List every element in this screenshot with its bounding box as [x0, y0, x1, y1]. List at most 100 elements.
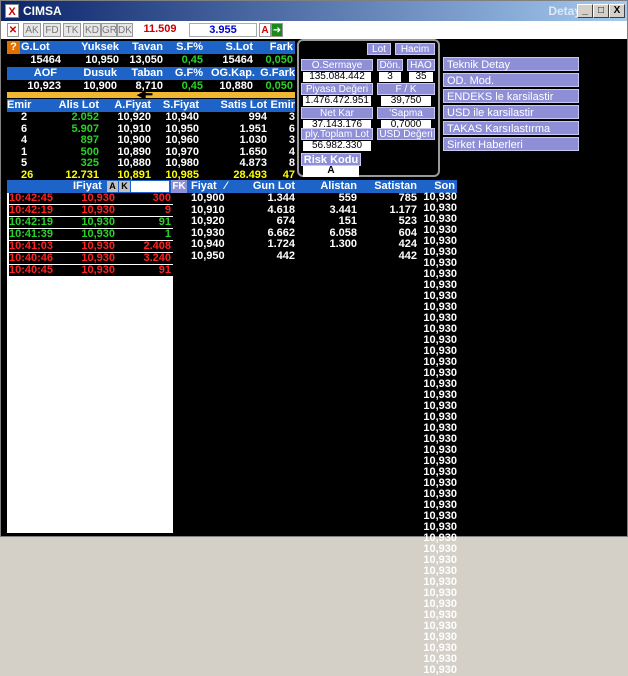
fk-button[interactable]: FK	[171, 180, 187, 193]
depth-total-row[interactable]: 26 12.731 10,891 10,985 28.493 47	[7, 168, 295, 181]
tick-row[interactable]: 10:41:39 10,930 1	[9, 229, 173, 240]
header-emir-buy: Emir	[7, 99, 32, 111]
header-aof: AOF	[33, 67, 57, 79]
depth-cell: 10,900	[117, 134, 151, 146]
tick-time: 10:42:19	[9, 204, 54, 216]
filter-input[interactable]	[131, 181, 169, 192]
tk-button[interactable]: TK	[63, 23, 81, 37]
tick-row[interactable]: 10:40:45 10,930 91	[9, 265, 173, 276]
depth-cell: 10,920	[117, 111, 151, 123]
depth-row[interactable]: 5 325 10,880 10,980 4.873 8	[7, 158, 295, 169]
ak-button[interactable]: AK	[23, 23, 41, 37]
menu-item[interactable]: USD ile karsilastir	[443, 105, 579, 119]
alert-a-button[interactable]: A	[259, 23, 271, 37]
level-cell: 785	[398, 192, 417, 204]
close-button[interactable]: X	[609, 4, 625, 18]
depth-cell: 10,890	[117, 145, 151, 158]
depth-cell: 4	[21, 134, 28, 146]
tick-row[interactable]: 10:42:45 10,930 300	[9, 193, 173, 204]
tick-price: 10,930	[81, 228, 115, 240]
depth-cell: 10,950	[165, 122, 199, 135]
sort-icon[interactable]: ⁄	[225, 180, 227, 193]
menu-item[interactable]: TAKAS Karsılastırma	[443, 121, 579, 135]
tick-time: 10:42:45	[9, 192, 54, 204]
value-slot: 15464	[222, 54, 253, 66]
don-label: Dön.	[377, 59, 403, 71]
menu-item[interactable]: Sirket Haberleri	[443, 137, 579, 151]
depth-cell: 1.030	[239, 134, 267, 146]
level-cell: 3.441	[329, 203, 357, 216]
toplam-lot-value: 56.982.330	[303, 141, 371, 151]
help-icon[interactable]: ?	[7, 41, 20, 54]
depth-cell: 10,910	[117, 122, 151, 135]
son-value: 10,930	[423, 642, 457, 654]
header-gfark: G.Fark	[260, 67, 295, 79]
net-kar-label: Net Kar	[301, 107, 373, 119]
level-cell: 151	[338, 215, 357, 227]
depth-cell: 6	[21, 122, 28, 135]
depth-row[interactable]: 6 5.907 10,910 10,950 1.951 6	[7, 122, 295, 135]
menu-item[interactable]: ENDEKS le karsilastir	[443, 89, 579, 103]
header-yuksek: Yuksek	[81, 41, 119, 53]
tick-row[interactable]: 10:42:19 10,930 91	[9, 217, 173, 228]
maximize-button[interactable]: □	[593, 4, 609, 18]
header-gf: G.F%	[174, 67, 203, 79]
depth-row[interactable]: 4 897 10,900 10,960 1.030 3	[7, 135, 295, 146]
depth-cell: 8	[288, 157, 295, 169]
header-taban: Taban	[131, 67, 163, 79]
lot-button[interactable]: Lot	[367, 43, 391, 55]
tick-lot: 1	[164, 228, 171, 240]
header-fark: Fark	[269, 41, 293, 53]
tick-lot: 91	[158, 264, 171, 276]
summary-header-2: AOF Dusuk Taban G.F% OG.Kap. G.Fark	[7, 67, 295, 80]
depth-cell: 2	[21, 111, 28, 123]
dk-button[interactable]: DK	[117, 23, 133, 37]
level-row[interactable]: 10,930 6.662 6.058 604	[187, 227, 417, 239]
tick-row[interactable]: 10:40:46 10,930 3.240	[9, 253, 173, 264]
level-row[interactable]: 10,900 1.344 559 785	[187, 193, 417, 204]
risk-kodu-value: A	[303, 166, 359, 177]
son-value: 10,930	[423, 609, 457, 621]
depth-cell: 5	[21, 157, 28, 169]
kd-button[interactable]: KD	[83, 23, 101, 37]
level-cell: 559	[338, 192, 357, 204]
value-glot: 15464	[30, 54, 61, 66]
depth-row[interactable]: 1 500 10,890 10,970 1.650 4	[7, 145, 295, 158]
menu-item[interactable]: OD. Mod.	[443, 73, 579, 87]
arrow-right-icon[interactable]: ➜	[271, 23, 283, 37]
tick-lot: 2.408	[143, 240, 171, 252]
a-button[interactable]: A	[107, 181, 118, 192]
depth-cell: 4	[288, 145, 295, 158]
title-bar[interactable]: X CIMSA Detay _ □ X	[1, 1, 627, 21]
depth-cell: 10,891	[117, 168, 151, 181]
level-row[interactable]: 10,950 442 442	[187, 250, 417, 262]
depth-cell: 10,880	[117, 157, 151, 169]
menu-item[interactable]: Teknik Detay	[443, 57, 579, 71]
value-sf: 0,45	[181, 54, 203, 66]
level-row[interactable]: 10,940 1.724 1.300 424	[187, 239, 417, 250]
tick-price: 10,930	[81, 240, 115, 252]
price-blue-value: 3.955	[189, 23, 257, 37]
tick-row[interactable]: 10:41:03 10,930 2.408	[9, 241, 173, 252]
minimize-button[interactable]: _	[577, 4, 593, 18]
usd-degeri-button[interactable]: USD Değeri	[377, 128, 435, 140]
hacim-button[interactable]: Hacim	[395, 43, 435, 55]
header-dusuk: Dusuk	[83, 67, 117, 79]
fd-button[interactable]: FD	[43, 23, 61, 37]
level-row[interactable]: 10,920 674 151 523	[187, 216, 417, 227]
level-row[interactable]: 10,910 4.618 3.441 1.177	[187, 203, 417, 216]
tick-time: 10:40:46	[9, 252, 54, 264]
piyasa-label: Piyasa Değeri	[301, 83, 373, 95]
tick-price: 10,930	[81, 204, 115, 216]
close-icon[interactable]: ✕	[7, 23, 19, 37]
tick-row[interactable]: 10:42:19 10,930 9	[9, 205, 173, 216]
depth-cell: 6	[288, 122, 295, 135]
k-button[interactable]: K	[119, 181, 130, 192]
gr-button[interactable]: GR	[101, 23, 117, 37]
depth-cell: 1.650	[239, 145, 267, 158]
depth-cell: 4.873	[239, 157, 267, 169]
depth-cell: 325	[80, 157, 99, 169]
app-icon[interactable]: X	[5, 4, 19, 18]
depth-row[interactable]: 2 2.052 10,920 10,940 994 3	[7, 112, 295, 123]
level-cell: 674	[276, 215, 295, 227]
